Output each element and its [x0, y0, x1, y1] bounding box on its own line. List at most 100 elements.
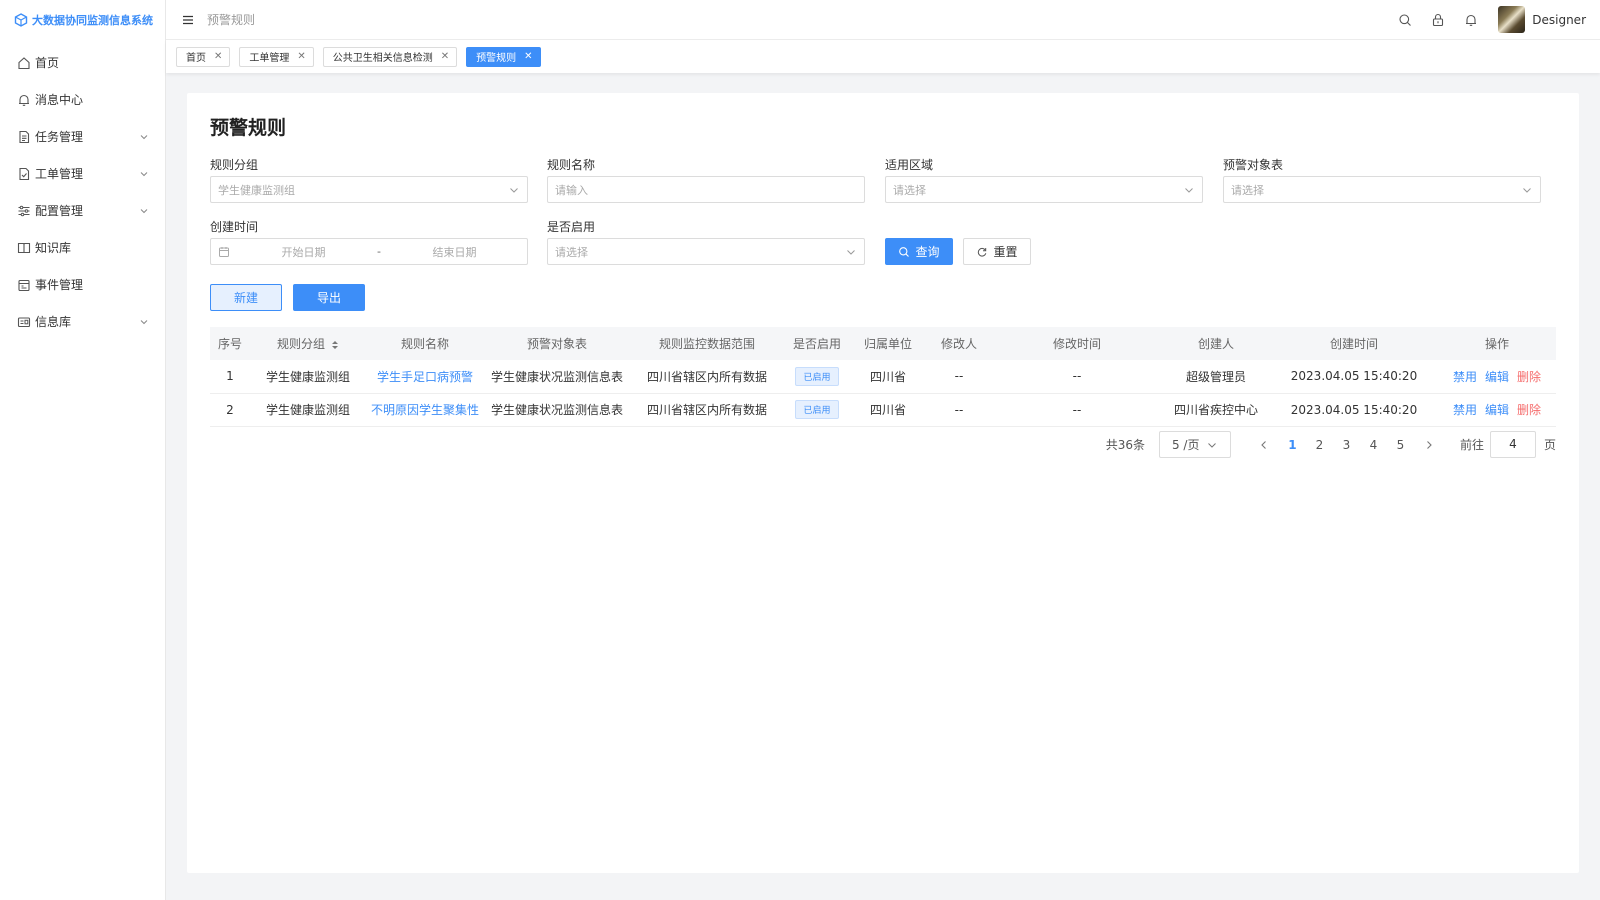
book-icon — [17, 242, 31, 253]
tab-public-health[interactable]: 公共卫生相关信息检测 ✕ — [322, 46, 458, 67]
enabled-select[interactable]: 请选择 — [547, 238, 865, 265]
disable-link[interactable]: 禁用 — [1453, 403, 1477, 417]
column-header: 归属单位 — [850, 327, 926, 360]
cell-index: 2 — [210, 393, 250, 427]
column-header: 创建时间 — [1270, 327, 1438, 360]
disable-link[interactable]: 禁用 — [1453, 370, 1477, 384]
cell-modifier: -- — [926, 360, 992, 394]
name-input[interactable]: 请输入 — [547, 176, 865, 203]
table-header-row: 序号 规则分组 规则名称 预警对象表 规则监控数据范围 是否启用 归属单位 修改… — [210, 327, 1556, 360]
cell-index: 1 — [210, 360, 250, 394]
page-number[interactable]: 3 — [1333, 438, 1360, 452]
column-header: 创建人 — [1162, 327, 1270, 360]
sidebar-item-knowledge[interactable]: 知识库 — [0, 229, 165, 266]
start-date-placeholder: 开始日期 — [281, 245, 326, 259]
close-icon[interactable]: ✕ — [441, 51, 449, 62]
chevron-right-icon[interactable] — [1423, 439, 1435, 451]
lock-icon[interactable] — [1431, 13, 1445, 27]
sidebar-item-events[interactable]: 事件管理 — [0, 266, 165, 303]
cell-target: 学生健康状况监测信息表 — [484, 393, 630, 427]
document-check-icon — [19, 167, 30, 180]
tab-home[interactable]: 首页 ✕ — [176, 46, 231, 67]
table-row: 2 学生健康监测组 不明原因学生聚集性 学生健康状况监测信息表 四川省辖区内所有… — [210, 393, 1556, 427]
created-label: 创建时间 — [210, 220, 259, 234]
tab-work-orders[interactable]: 工单管理 ✕ — [239, 46, 314, 67]
delete-link[interactable]: 删除 — [1517, 403, 1541, 417]
cell-modified: -- — [992, 393, 1162, 427]
sidebar-item-info-base[interactable]: 信息库 — [0, 303, 165, 340]
chevron-down-icon — [140, 319, 148, 324]
name-input-placeholder: 请输入 — [555, 183, 588, 197]
column-header: 修改时间 — [992, 327, 1162, 360]
page-unit-label: 页 — [1543, 438, 1556, 452]
column-header: 是否启用 — [784, 327, 850, 360]
chevron-down-icon — [1523, 187, 1531, 193]
sidebar-item-messages[interactable]: 消息中心 — [0, 81, 165, 118]
calendar-icon — [219, 246, 229, 257]
page-number[interactable]: 4 — [1360, 438, 1387, 452]
sidebar-item-home[interactable]: 首页 — [0, 44, 165, 81]
app-title: 大数据协同监测信息系统 — [32, 14, 153, 27]
page-number[interactable]: 5 — [1387, 438, 1414, 452]
sidebar-item-label: 信息库 — [35, 315, 72, 329]
avatar[interactable] — [1498, 6, 1526, 33]
close-icon[interactable]: ✕ — [524, 51, 532, 62]
page-number[interactable]: 1 — [1279, 438, 1306, 452]
menu-toggle-icon[interactable] — [181, 13, 195, 27]
export-button[interactable]: 导出 — [293, 284, 365, 311]
app-brand[interactable]: 大数据协同监测信息系统 — [0, 0, 165, 40]
chevron-down-icon — [1208, 442, 1216, 448]
refresh-icon — [978, 247, 987, 257]
bell-icon[interactable] — [1464, 13, 1478, 27]
page-number[interactable]: 2 — [1306, 438, 1333, 452]
query-button[interactable]: 查询 — [885, 238, 953, 265]
sort-icon[interactable] — [331, 340, 339, 350]
column-header: 修改人 — [926, 327, 992, 360]
new-button[interactable]: 新建 — [210, 284, 282, 311]
reset-button[interactable]: 重置 — [963, 238, 1031, 265]
cell-group: 学生健康监测组 — [250, 393, 366, 427]
group-select[interactable]: 学生健康监测组 — [210, 176, 528, 203]
search-icon[interactable] — [1398, 13, 1412, 27]
page-size-select[interactable]: 5 /页 — [1158, 431, 1231, 458]
close-icon[interactable]: ✕ — [214, 51, 222, 62]
sidebar-item-config[interactable]: 配置管理 — [0, 192, 165, 229]
tab-label: 工单管理 — [249, 53, 290, 64]
delete-link[interactable]: 删除 — [1517, 370, 1541, 384]
chevron-left-icon[interactable] — [1258, 439, 1270, 451]
tab-bar: 首页 ✕ 工单管理 ✕ 公共卫生相关信息检测 ✕ 预警规则 ✕ — [166, 40, 1600, 73]
tab-warning-rules[interactable]: 预警规则 ✕ — [466, 46, 541, 67]
home-icon — [18, 56, 30, 69]
cell-scope: 四川省辖区内所有数据 — [630, 360, 784, 394]
total-count: 共36条 — [1105, 438, 1145, 452]
column-header-sortable[interactable]: 规则分组 — [250, 327, 366, 360]
sidebar-item-label: 任务管理 — [35, 130, 84, 144]
chevron-down-icon — [140, 134, 148, 139]
close-icon[interactable]: ✕ — [297, 51, 305, 62]
cell-unit: 四川省 — [850, 393, 926, 427]
header-actions: Designer — [1379, 6, 1600, 33]
target-select[interactable]: 请选择 — [1223, 176, 1541, 203]
table-row: 1 学生健康监测组 学生手足口病预警 学生健康状况监测信息表 四川省辖区内所有数… — [210, 360, 1556, 394]
sidebar-item-tasks[interactable]: 任务管理 — [0, 118, 165, 155]
tab-label: 首页 — [186, 53, 206, 64]
cell-creator: 四川省疾控中心 — [1162, 393, 1270, 427]
edit-link[interactable]: 编辑 — [1485, 403, 1509, 417]
edit-link[interactable]: 编辑 — [1485, 370, 1509, 384]
cell-group: 学生健康监测组 — [250, 360, 366, 394]
goto-page-input[interactable]: 4 — [1489, 431, 1536, 458]
new-button-label: 新建 — [233, 291, 258, 305]
status-badge: 已启用 — [795, 400, 839, 419]
username[interactable]: Designer — [1532, 13, 1586, 27]
date-range-picker[interactable]: 开始日期 - 结束日期 — [210, 238, 528, 265]
region-select[interactable]: 请选择 — [885, 176, 1203, 203]
rule-name-link[interactable]: 不明原因学生聚集性 — [371, 403, 479, 417]
query-button-label: 查询 — [915, 245, 940, 259]
cell-scope: 四川省辖区内所有数据 — [630, 393, 784, 427]
sidebar-item-work-orders[interactable]: 工单管理 — [0, 155, 165, 192]
cell-creator: 超级管理员 — [1162, 360, 1270, 394]
target-label: 预警对象表 — [1223, 158, 1284, 172]
sidebar-item-label: 消息中心 — [35, 93, 84, 107]
reset-button-label: 重置 — [993, 245, 1018, 259]
rule-name-link[interactable]: 学生手足口病预警 — [377, 370, 473, 384]
